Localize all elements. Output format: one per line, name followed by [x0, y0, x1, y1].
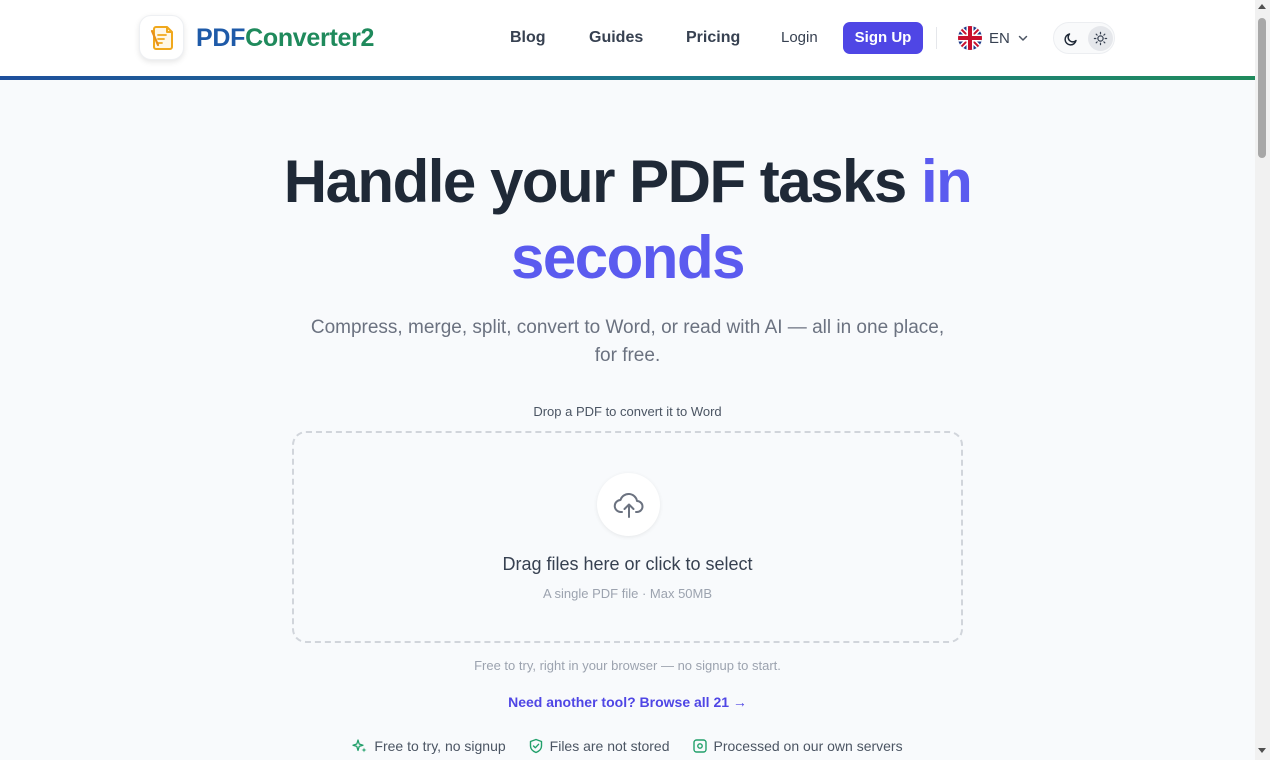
language-label: EN — [989, 29, 1010, 47]
upload-icon-circle — [597, 473, 660, 536]
dropzone-main-text: Drag files here or click to select — [502, 554, 753, 574]
hero-subtitle: Compress, merge, split, convert to Word,… — [310, 317, 945, 366]
feature-item: Files are not stored — [528, 736, 670, 756]
scroll-down-arrow-icon[interactable] — [1258, 748, 1266, 753]
feature-text: Free to try, no signup — [374, 738, 506, 754]
page-scrollbar[interactable] — [1255, 0, 1270, 760]
moon-icon[interactable] — [1059, 27, 1083, 51]
theme-toggle[interactable] — [1053, 22, 1115, 54]
browse-tools-link[interactable]: Need another tool? Browse all 21 → — [292, 692, 963, 712]
uk-flag-icon — [958, 26, 982, 50]
nav-divider — [936, 27, 937, 49]
feature-item: Free to try, no signup — [352, 736, 506, 756]
sparkle-icon — [352, 739, 367, 753]
nav-pricing[interactable]: Pricing — [686, 27, 740, 49]
brand-part-2: Converter2 — [245, 24, 375, 52]
language-selector[interactable]: EN — [958, 25, 1029, 51]
free-note: Free to try, right in your browser — no … — [474, 658, 781, 673]
nav-blog[interactable]: Blog — [510, 27, 546, 49]
brand-name[interactable]: PDFConverter2 — [196, 22, 374, 54]
chevron-down-icon — [1018, 35, 1028, 41]
brand-part-1: PDF — [196, 24, 246, 52]
hero-title-main: Handle your PDF tasks — [283, 148, 921, 215]
logo-link[interactable] — [139, 15, 184, 60]
cloud-upload-icon — [613, 492, 643, 518]
sun-icon[interactable] — [1088, 26, 1113, 51]
signup-button[interactable]: Sign Up — [843, 22, 923, 54]
scroll-up-arrow-icon[interactable] — [1258, 4, 1266, 9]
feature-text: Files are not stored — [549, 738, 670, 754]
dropzone-label: Drop a PDF to convert it to Word — [533, 404, 722, 419]
document-pencil-icon — [150, 25, 173, 50]
scroll-thumb[interactable] — [1258, 18, 1266, 158]
file-dropzone[interactable]: Drag files here or click to select A sin… — [292, 431, 963, 643]
hero-title: Handle your PDF tasks in seconds — [180, 144, 1075, 296]
nav-guides[interactable]: Guides — [589, 27, 643, 49]
page: PDFConverter2 Blog Guides Pricing Login … — [0, 0, 1255, 760]
login-link[interactable]: Login — [781, 28, 818, 48]
server-icon — [692, 739, 707, 753]
feature-list: Free to try, no signup Files are not sto… — [292, 736, 963, 756]
dropzone-sub-text: A single PDF file · Max 50MB — [542, 586, 713, 601]
header-accent-line — [0, 76, 1255, 80]
feature-item: Processed on our own servers — [692, 736, 903, 756]
feature-text: Processed on our own servers — [713, 738, 903, 754]
shield-check-icon — [529, 738, 542, 754]
site-header: PDFConverter2 Blog Guides Pricing Login … — [0, 0, 1255, 76]
